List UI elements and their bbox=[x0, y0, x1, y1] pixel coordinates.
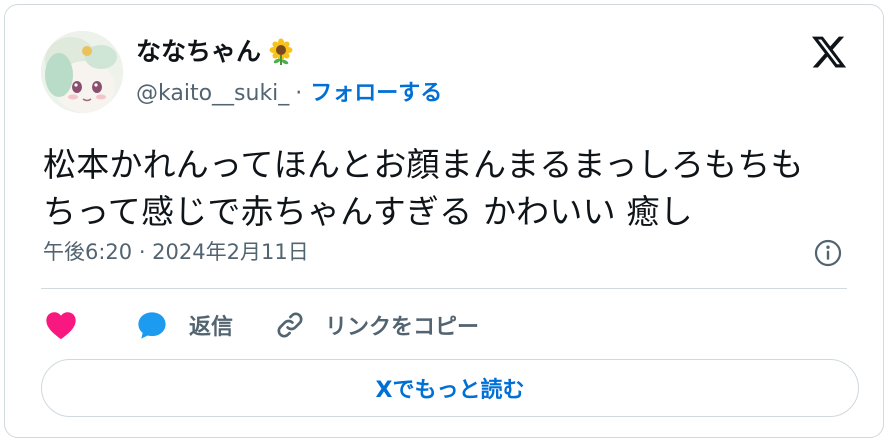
copy-link-button[interactable]: リンクをコピー bbox=[273, 309, 479, 341]
author-display-name: ななちゃん bbox=[136, 37, 262, 66]
author-meta: @kaito__suki_ · フォローする bbox=[136, 79, 442, 109]
avatar[interactable] bbox=[41, 31, 123, 113]
meta-separator: · bbox=[295, 81, 303, 106]
heart-icon bbox=[46, 312, 76, 340]
tweet-actions: 返信 リンクをコピー bbox=[45, 305, 479, 345]
sunflower-icon bbox=[269, 38, 293, 65]
reply-button[interactable]: 返信 bbox=[135, 309, 233, 341]
read-more-label: Xでもっと読む bbox=[375, 378, 525, 403]
avatar-image bbox=[41, 31, 123, 113]
x-logo-icon[interactable] bbox=[809, 33, 849, 71]
embedded-tweet-card: ななちゃん @kaito__suki_ · フォローする 松本かれんってほんとお… bbox=[4, 4, 884, 438]
tweet-timestamp[interactable]: 午後6:20 · 2024年2月11日 bbox=[43, 237, 309, 267]
author-handle[interactable]: @kaito__suki_ bbox=[136, 79, 289, 109]
reply-label: 返信 bbox=[189, 315, 234, 340]
copy-link-label: リンクをコピー bbox=[325, 315, 480, 340]
tweet-text: 松本かれんってほんとお顔まんまるまっしろもちも ちって感じで赤ちゃんすぎる かわ… bbox=[43, 145, 804, 231]
info-icon[interactable] bbox=[813, 238, 843, 268]
link-icon bbox=[277, 312, 303, 338]
read-more-button[interactable]: Xでもっと読む bbox=[41, 359, 859, 417]
author-name[interactable]: ななちゃん bbox=[136, 36, 295, 68]
like-button[interactable] bbox=[45, 310, 77, 340]
divider bbox=[41, 288, 847, 289]
follow-button[interactable]: フォローする bbox=[310, 79, 442, 109]
reply-bubble-icon bbox=[138, 312, 166, 339]
